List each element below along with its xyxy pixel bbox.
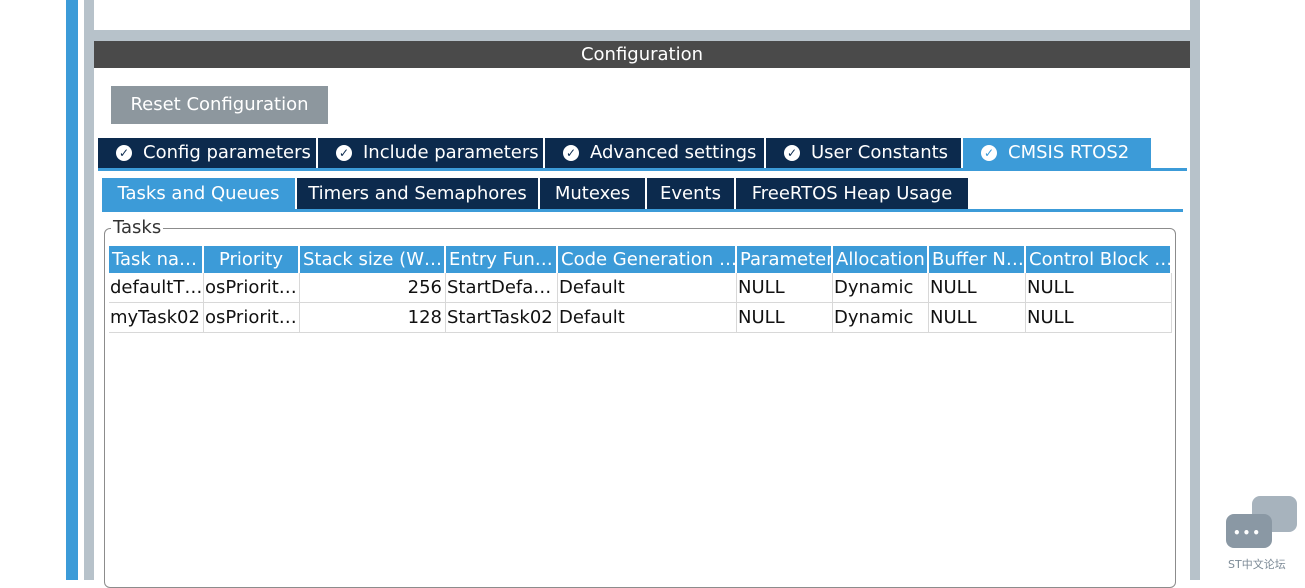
- tab-tasks-and-queues[interactable]: Tasks and Queues: [102, 178, 297, 209]
- reset-configuration-button[interactable]: Reset Configuration: [111, 86, 328, 124]
- tab-config-parameters[interactable]: ✓ Config parameters: [98, 138, 318, 168]
- column-header-entry-function[interactable]: Entry Fun…: [446, 246, 558, 273]
- cell-code-generation: Default: [558, 273, 737, 302]
- check-circle-icon: ✓: [563, 145, 579, 161]
- cell-buffer-name: NULL: [929, 303, 1026, 332]
- table-header: Task na… Priority Stack size (W… Entry F…: [109, 246, 1172, 273]
- tab-advanced-settings[interactable]: ✓ Advanced settings: [545, 138, 766, 168]
- column-header-code-generation[interactable]: Code Generation …: [558, 246, 737, 273]
- tasks-table: Task na… Priority Stack size (W… Entry F…: [109, 246, 1172, 333]
- tab-label: Advanced settings: [590, 142, 757, 163]
- cell-control-block: NULL: [1026, 273, 1172, 302]
- column-header-stack-size[interactable]: Stack size (W…: [300, 246, 446, 273]
- tab-events[interactable]: Events: [647, 178, 736, 209]
- tab-label: Include parameters: [363, 142, 539, 163]
- column-header-buffer-name[interactable]: Buffer N…: [929, 246, 1026, 273]
- cell-stack-size: 256: [300, 273, 446, 302]
- cell-parameter: NULL: [737, 303, 833, 332]
- chat-dots-icon: •••: [1233, 526, 1263, 540]
- cell-parameter: NULL: [737, 273, 833, 302]
- cell-control-block: NULL: [1026, 303, 1172, 332]
- cell-entry-function: StartDefa…: [446, 273, 558, 302]
- cell-task-name: defaultT…: [109, 273, 204, 302]
- rtos-sub-tabs: Tasks and Queues Timers and Semaphores M…: [102, 178, 970, 209]
- cell-entry-function: StartTask02: [446, 303, 558, 332]
- tab-user-constants[interactable]: ✓ User Constants: [766, 138, 963, 168]
- column-header-control-block[interactable]: Control Block …: [1026, 246, 1172, 273]
- tab-timers-and-semaphores[interactable]: Timers and Semaphores: [297, 178, 540, 209]
- watermark-text: ST中文论坛: [1228, 558, 1286, 571]
- tab-include-parameters[interactable]: ✓ Include parameters: [318, 138, 545, 168]
- column-header-allocation[interactable]: Allocation: [833, 246, 929, 273]
- cell-buffer-name: NULL: [929, 273, 1026, 302]
- tab-label: Config parameters: [143, 142, 311, 163]
- check-circle-icon: ✓: [336, 145, 352, 161]
- cell-allocation: Dynamic: [833, 273, 929, 302]
- cell-allocation: Dynamic: [833, 303, 929, 332]
- column-header-task-name[interactable]: Task na…: [109, 246, 204, 273]
- sub-tabs-underline: [102, 209, 1183, 212]
- column-header-parameter[interactable]: Parameter: [737, 246, 833, 273]
- left-accent-bar: [66, 0, 78, 580]
- cell-priority: osPriorit…: [204, 303, 300, 332]
- cell-priority: osPriorit…: [204, 273, 300, 302]
- top-panel: [94, 0, 1190, 30]
- table-row[interactable]: defaultT… osPriorit… 256 StartDefa… Defa…: [109, 273, 1172, 303]
- table-row[interactable]: myTask02 osPriorit… 128 StartTask02 Defa…: [109, 303, 1172, 333]
- check-circle-icon: ✓: [116, 145, 132, 161]
- frame-left: [84, 0, 94, 580]
- forum-watermark: ••• ST中文论坛: [1224, 496, 1300, 576]
- tab-freertos-heap-usage[interactable]: FreeRTOS Heap Usage: [736, 178, 970, 209]
- tab-mutexes[interactable]: Mutexes: [540, 178, 647, 209]
- check-circle-icon: ✓: [784, 145, 800, 161]
- cell-task-name: myTask02: [109, 303, 204, 332]
- tabs-underline: [98, 168, 1187, 171]
- cell-code-generation: Default: [558, 303, 737, 332]
- cell-stack-size: 128: [300, 303, 446, 332]
- column-header-priority[interactable]: Priority: [204, 246, 300, 273]
- tab-label: CMSIS RTOS2: [1008, 142, 1130, 163]
- tasks-group-title: Tasks: [111, 217, 164, 238]
- check-circle-icon: ✓: [981, 145, 997, 161]
- tab-cmsis-rtos2[interactable]: ✓ CMSIS RTOS2: [963, 138, 1151, 168]
- panel-divider: [94, 30, 1190, 41]
- frame-right: [1190, 0, 1200, 580]
- parameter-tabs: ✓ Config parameters ✓ Include parameters…: [98, 138, 1151, 168]
- tab-label: User Constants: [811, 142, 949, 163]
- configuration-header: Configuration: [94, 41, 1190, 68]
